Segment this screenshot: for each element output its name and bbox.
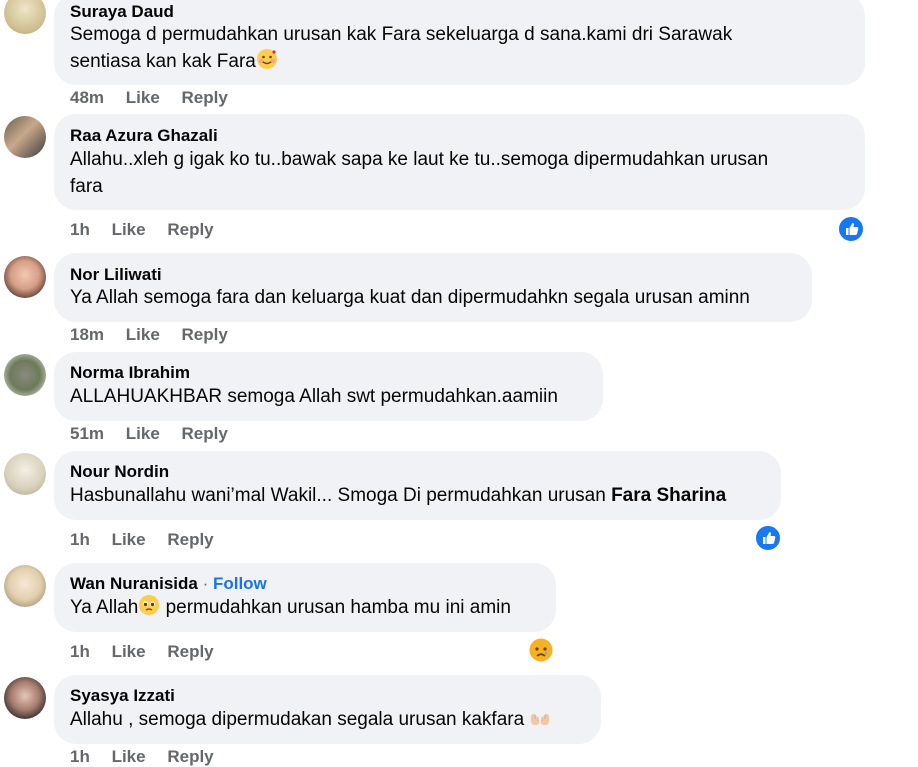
comment-text-line: Ya Allah xyxy=(70,597,139,618)
comment-text: ALLAHUAKHBAR semoga Allah swt permudahka… xyxy=(70,386,558,407)
avatar[interactable] xyxy=(4,453,46,495)
like-button[interactable]: Like xyxy=(126,424,160,444)
comment-author[interactable]: Raa Azura Ghazali xyxy=(70,126,218,146)
reply-button[interactable]: Reply xyxy=(167,747,213,767)
comment-timestamp[interactable]: 1h xyxy=(70,642,90,662)
comment-bubble: Syasya Izzati Allahu , semoga dipermudak… xyxy=(54,675,601,744)
reply-button[interactable]: Reply xyxy=(182,88,228,108)
comment-author[interactable]: Nour Nordin xyxy=(70,462,169,482)
comment-text-line: permudahkan urusan hamba mu ini amin xyxy=(160,597,511,618)
comment-author-name[interactable]: Wan Nuranisida xyxy=(70,574,198,593)
comment-text: Allahu , semoga dipermudakan segala urus… xyxy=(70,706,551,733)
comment-author[interactable]: Nor Liliwati xyxy=(70,265,162,285)
avatar[interactable] xyxy=(4,677,46,719)
like-button[interactable]: Like xyxy=(112,530,146,550)
like-button[interactable]: Like xyxy=(112,747,146,767)
comment-actions: 18m Like Reply xyxy=(70,325,245,345)
avatar[interactable] xyxy=(4,116,46,158)
sad-reaction-icon[interactable] xyxy=(528,637,554,663)
comment-text: Semoga d permudahkan urusan kak Fara sek… xyxy=(70,21,732,75)
like-button[interactable]: Like xyxy=(126,325,160,345)
reply-button[interactable]: Reply xyxy=(182,424,228,444)
comment-text-line: Allahu , semoga dipermudakan segala urus… xyxy=(70,709,530,730)
comment-text: Hasbunallahu wani’mal Wakil... Smoga Di … xyxy=(70,482,726,509)
comment-author: Wan Nuranisida · Follow xyxy=(70,574,267,594)
mention-link[interactable]: Fara Sharina xyxy=(611,485,726,506)
avatar[interactable] xyxy=(4,354,46,396)
comment-timestamp[interactable]: 51m xyxy=(70,424,104,444)
comment-actions: 1h Like Reply xyxy=(70,530,231,550)
like-button[interactable]: Like xyxy=(112,220,146,240)
pleading-face-icon xyxy=(139,595,160,615)
comment-text: Ya Allah permudahkan urusan hamba mu ini… xyxy=(70,594,511,621)
comment-actions: 51m Like Reply xyxy=(70,424,245,444)
reply-button[interactable]: Reply xyxy=(167,642,213,662)
separator-dot: · xyxy=(197,574,213,593)
reply-button[interactable]: Reply xyxy=(182,325,228,345)
comment-text-line: fara xyxy=(70,176,103,197)
comment-timestamp[interactable]: 1h xyxy=(70,220,90,240)
avatar[interactable] xyxy=(4,256,46,298)
like-button[interactable]: Like xyxy=(112,642,146,662)
comment-bubble: Nor Liliwati Ya Allah semoga fara dan ke… xyxy=(54,253,812,322)
comment-text-line: Semoga d permudahkan urusan kak Fara sek… xyxy=(70,24,733,45)
reply-button[interactable]: Reply xyxy=(167,530,213,550)
comment-text-line: sentiasa kan kak Fara xyxy=(70,48,732,75)
comment-actions: 48m Like Reply xyxy=(70,88,245,108)
comment-timestamp[interactable]: 18m xyxy=(70,325,104,345)
like-reaction-icon[interactable] xyxy=(837,215,865,243)
comment-timestamp[interactable]: 1h xyxy=(70,530,90,550)
comment-actions: 1h Like Reply xyxy=(70,747,231,767)
comment-author[interactable]: Suraya Daud xyxy=(70,2,174,22)
like-button[interactable]: Like xyxy=(126,88,160,108)
like-reaction-icon[interactable] xyxy=(754,524,782,552)
comment-bubble: Nour Nordin Hasbunallahu wani’mal Wakil.… xyxy=(54,451,781,520)
comment-timestamp[interactable]: 1h xyxy=(70,747,90,767)
comment-author[interactable]: Syasya Izzati xyxy=(70,686,175,706)
comment-text: Allahu..xleh g igak ko tu..bawak sapa ke… xyxy=(70,146,768,200)
comment-text-line: Allahu..xleh g igak ko tu..bawak sapa ke… xyxy=(70,149,769,170)
comment-text: Ya Allah semoga fara dan keluarga kuat d… xyxy=(70,287,750,308)
comment-bubble: Suraya Daud Semoga d permudahkan urusan … xyxy=(54,0,865,85)
smiling-face-with-hearts-icon xyxy=(256,49,277,69)
comment-author[interactable]: Norma Ibrahim xyxy=(70,363,190,383)
comment-timestamp[interactable]: 48m xyxy=(70,88,104,108)
comment-bubble: Wan Nuranisida · Follow Ya Allah permuda… xyxy=(54,563,556,632)
palms-up-together-icon xyxy=(531,713,550,725)
reply-button[interactable]: Reply xyxy=(167,220,213,240)
comment-text-line: Hasbunallahu wani’mal Wakil... Smoga Di … xyxy=(70,485,612,506)
comment-bubble: Raa Azura Ghazali Allahu..xleh g igak ko… xyxy=(54,114,865,210)
follow-button[interactable]: Follow xyxy=(213,574,267,593)
comment-actions: 1h Like Reply xyxy=(70,642,231,662)
avatar[interactable] xyxy=(4,565,46,607)
comment-actions: 1h Like Reply xyxy=(70,220,231,240)
avatar[interactable] xyxy=(4,0,46,34)
comment-bubble: Norma Ibrahim ALLAHUAKHBAR semoga Allah … xyxy=(54,352,603,421)
